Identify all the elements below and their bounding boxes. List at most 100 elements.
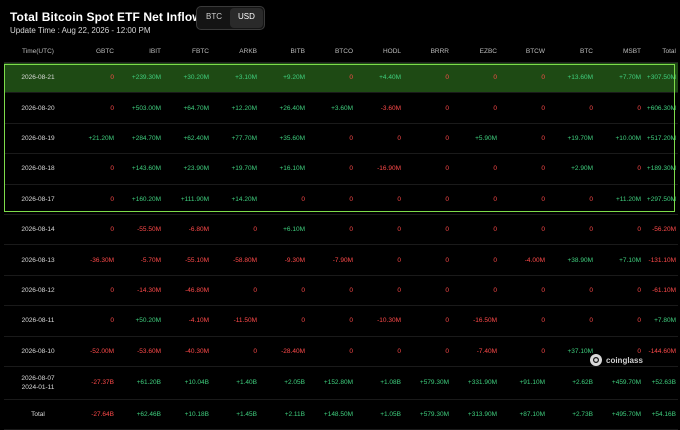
column-header-btcw: BTCW — [525, 47, 545, 55]
table-row: 2026-08-21 0 +239.30M +30.20M +3.10M +9.20M 0 +… — [4, 63, 678, 94]
cell-msbt: +7.10M — [619, 256, 641, 264]
cell-ezbc: -7.40M — [476, 347, 497, 355]
table-row: 2026-08-13 -36.30M -5.70M -55.10M -58.80M -9.… — [4, 245, 678, 276]
cell-hodl: 0 — [397, 286, 401, 294]
cell-total: +297.50M — [646, 195, 676, 203]
cell-btc: 0 — [589, 317, 593, 325]
cell-bitb: -28.40M — [281, 347, 305, 355]
column-header-brrr: BRRR — [430, 47, 449, 55]
cell-fbtc: +30.20M — [183, 74, 209, 82]
cell-btc: +13.60M — [567, 74, 593, 82]
cell-ibit: +62.46B — [136, 411, 161, 419]
cell-ibit: -53.60M — [137, 347, 161, 355]
row-date-end: 2024-01-11 — [21, 383, 55, 391]
cell-bitb: +2.11B — [284, 411, 305, 419]
cell-ezbc: 0 — [493, 286, 497, 294]
cell-arkb: +3.10M — [235, 74, 257, 82]
total-row: Total -27.64B +62.46B +10.18B +1.45B +2.11B +1… — [4, 400, 678, 430]
cell-btco: -7.90M — [332, 256, 353, 264]
cell-gbtc: 0 — [110, 317, 114, 325]
update-time: Update Time : Aug 22, 2026 - 12:00 PM — [10, 26, 151, 35]
row-date: 2026-08-20 — [21, 104, 55, 112]
currency-option-usd[interactable]: USD — [230, 8, 263, 28]
cell-fbtc: +10.18B — [184, 411, 209, 419]
cell-gbtc: -27.37B — [91, 379, 114, 387]
row-date: 2026-08-13 — [21, 256, 55, 264]
cell-btcw: 0 — [541, 195, 545, 203]
cell-brrr: 0 — [445, 74, 449, 82]
cell-arkb: 0 — [253, 226, 257, 234]
cell-hodl: -10.30M — [377, 317, 401, 325]
cell-hodl: 0 — [397, 195, 401, 203]
cell-ibit: -55.50M — [137, 226, 161, 234]
cell-hodl: 0 — [397, 134, 401, 142]
cell-total: -61.10M — [652, 286, 676, 294]
cell-arkb: 0 — [253, 347, 257, 355]
cell-arkb: 0 — [253, 286, 257, 294]
row-date: 2026-08-10 — [21, 347, 55, 355]
cell-ibit: -14.30M — [137, 286, 161, 294]
cell-hodl: 0 — [397, 347, 401, 355]
cell-btcw: 0 — [541, 347, 545, 355]
cell-msbt: 0 — [637, 104, 641, 112]
column-header-gbtc: GBTC — [95, 47, 114, 55]
cell-bitb: 0 — [301, 286, 305, 294]
cell-msbt: +7.70M — [619, 74, 641, 82]
cell-gbtc: -52.00M — [90, 347, 114, 355]
cell-hodl: +1.05B — [380, 411, 401, 419]
cell-bitb: -9.30M — [284, 256, 305, 264]
cell-msbt: 0 — [637, 226, 641, 234]
cell-arkb: +77.70M — [231, 134, 257, 142]
column-header-arkb: ARKB — [239, 47, 257, 55]
cell-bitb: 0 — [301, 317, 305, 325]
cell-btcw: 0 — [541, 226, 545, 234]
cell-bitb: +35.60M — [279, 134, 305, 142]
cell-gbtc: 0 — [110, 195, 114, 203]
cell-total: -144.60M — [648, 347, 676, 355]
cell-total: +54.16B — [651, 411, 676, 419]
row-date: 2026-08-07 2024-01-11 — [8, 367, 68, 399]
cell-btcw: 0 — [541, 317, 545, 325]
cell-bitb: 0 — [301, 195, 305, 203]
cell-ibit: +143.60M — [131, 165, 161, 173]
cell-fbtc: -4.10M — [188, 317, 209, 325]
currency-option-btc[interactable]: BTC — [198, 8, 230, 28]
cell-gbtc: -36.30M — [90, 256, 114, 264]
table-row: 2026-08-18 0 +143.60M +23.90M +19.70M +16.10M… — [4, 154, 678, 185]
cell-bitb: +2.05B — [284, 379, 305, 387]
cell-btc: 0 — [589, 286, 593, 294]
cell-ibit: +284.70M — [131, 134, 161, 142]
cell-btcw: -4.00M — [524, 256, 545, 264]
cell-hodl: 0 — [397, 226, 401, 234]
cell-fbtc: -46.80M — [185, 286, 209, 294]
table-row: 2026-08-20 0 +503.00M +64.70M +12.20M +26.40M… — [4, 93, 678, 124]
cell-total: -56.20M — [652, 226, 676, 234]
cell-fbtc: +111.90M — [180, 195, 209, 203]
cell-btco: +152.80M — [323, 379, 353, 387]
cell-hodl: -3.60M — [380, 104, 401, 112]
cell-btc: +2.73B — [572, 411, 593, 419]
cell-btco: 0 — [349, 347, 353, 355]
cell-gbtc: 0 — [110, 226, 114, 234]
cell-btcw: 0 — [541, 165, 545, 173]
cell-ezbc: 0 — [493, 195, 497, 203]
cell-msbt: 0 — [637, 317, 641, 325]
cell-total: +307.50M — [646, 74, 676, 82]
cell-fbtc: +10.04B — [184, 379, 209, 387]
cell-hodl: +1.08B — [380, 379, 401, 387]
cell-total: +7.80M — [654, 317, 676, 325]
table-header: Time(UTC) GBTC IBIT FBTC ARKB BITB BTCO HODL BRR… — [4, 40, 678, 63]
cell-bitb: +6.10M — [283, 226, 305, 234]
cell-gbtc: 0 — [110, 165, 114, 173]
cell-btcw: +91.10M — [519, 379, 545, 387]
watermark: coinglass — [590, 354, 643, 366]
cell-arkb: +1.45B — [236, 411, 257, 419]
column-header-time: Time(UTC) — [22, 47, 54, 55]
cell-brrr: 0 — [445, 165, 449, 173]
row-date: 2026-08-11 — [21, 317, 55, 325]
cell-btcw: +87.10M — [519, 411, 545, 419]
cell-msbt: +459.70M — [611, 379, 641, 387]
cell-arkb: +1.40B — [236, 379, 257, 387]
cell-fbtc: -40.30M — [185, 347, 209, 355]
cell-brrr: 0 — [445, 195, 449, 203]
